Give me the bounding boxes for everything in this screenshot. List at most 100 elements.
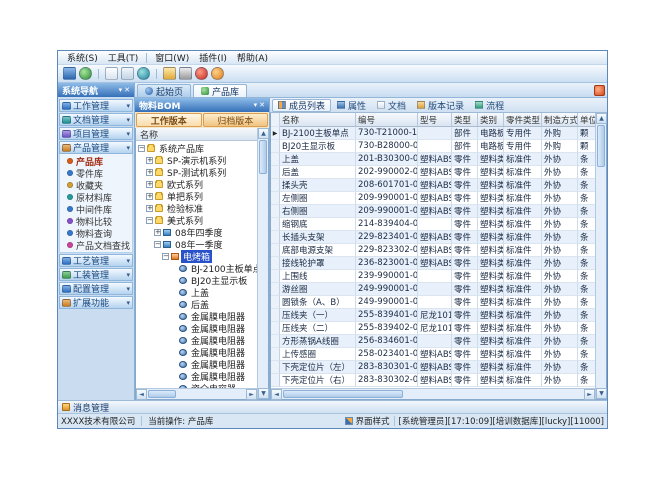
tree-item[interactable]: +BJ-2100主板单点 <box>136 262 257 274</box>
nav-group-工艺管理[interactable]: 工艺管理▾ <box>59 254 133 267</box>
expand-toggle-icon[interactable]: + <box>154 229 161 236</box>
menu-item[interactable]: 系统(S) <box>62 51 103 64</box>
version-tab[interactable]: 工作版本 <box>136 113 202 127</box>
table-row[interactable]: 上盖201-B30300-00X塑料ABS零件塑料类标准件外协条 <box>271 153 595 166</box>
nav-group-项目管理[interactable]: 项目管理▾ <box>59 127 133 140</box>
nav-item[interactable]: 产品库 <box>60 155 132 167</box>
table-row[interactable]: 方形蒸锅A线圈256-834601-00X零件塑料类标准件外协条 <box>271 335 595 348</box>
table-row[interactable]: 后盖202-990002-01X塑料ABS零件塑料类标准件外协条 <box>271 166 595 179</box>
menu-item[interactable]: 窗口(W) <box>150 51 194 64</box>
document-icon[interactable] <box>105 67 118 80</box>
table-row[interactable]: 接线轮护罩236-823001-00X塑料ABS零件塑料类标准件外协条 <box>271 257 595 270</box>
expand-toggle-icon[interactable]: + <box>146 181 153 188</box>
tree-item[interactable]: +金属膜电阻器 <box>136 346 257 358</box>
tree-item[interactable]: +金属膜电阻器 <box>136 310 257 322</box>
column-header[interactable]: 类型 <box>452 113 478 127</box>
document-tab[interactable]: 起始页 <box>137 84 191 97</box>
table-row[interactable]: 缩钢底214-839404-01X零件塑料类标准件外协条 <box>271 218 595 231</box>
tree-item[interactable]: +金属膜电阻器 <box>136 334 257 346</box>
ui-style-button[interactable]: 界面样式 <box>345 415 390 427</box>
tree-item[interactable]: −美式系列 <box>136 214 257 226</box>
home-icon[interactable] <box>63 67 76 80</box>
content-tab[interactable]: 属性 <box>332 99 371 112</box>
back-icon[interactable] <box>79 67 92 80</box>
tree-item[interactable]: +08年四季度 <box>136 226 257 238</box>
column-header[interactable]: 制造方式 <box>542 113 578 127</box>
tree-item[interactable]: +单把系列 <box>136 190 257 202</box>
table-row[interactable]: 左侧圈209-990001-00X塑料ABS零件塑料类标准件外协条 <box>271 192 595 205</box>
table-row[interactable]: 下壳定位片（右）283-830302-00X塑料ABS零件塑料类标准件外协条 <box>271 374 595 387</box>
tree-column-header[interactable]: 名称 <box>136 128 257 141</box>
scroll-up-icon[interactable]: ▲ <box>258 128 269 139</box>
tree-item[interactable]: +后盖 <box>136 298 257 310</box>
column-header[interactable]: 编号 <box>356 113 418 127</box>
tree-item[interactable]: +金属膜电阻器 <box>136 322 257 334</box>
expand-toggle-icon[interactable]: + <box>146 205 153 212</box>
table-row[interactable]: 上传感圈258-023401-00X塑料ABS零件塑料类标准件外协条 <box>271 348 595 361</box>
table-row[interactable]: 上围线239-990001-01X零件塑料类标准件外协条 <box>271 270 595 283</box>
expand-toggle-icon[interactable]: − <box>138 145 145 152</box>
column-header[interactable]: 型号 <box>418 113 452 127</box>
column-header[interactable]: 单位 <box>578 113 595 127</box>
scroll-down-icon[interactable]: ▼ <box>258 388 269 399</box>
tree-item[interactable]: +SP-测试机系列 <box>136 166 257 178</box>
help-icon[interactable] <box>211 67 224 80</box>
menu-item[interactable]: 工具(T) <box>103 51 144 64</box>
table-row[interactable]: 底部电源支架229-823302-00X塑料ABS零件塑料类标准件外协条 <box>271 244 595 257</box>
expand-toggle-icon[interactable]: + <box>146 157 153 164</box>
nav-item[interactable]: 零件库 <box>60 167 132 179</box>
tree-item[interactable]: +上盖 <box>136 286 257 298</box>
nav-group-文档管理[interactable]: 文档管理▾ <box>59 113 133 126</box>
expand-toggle-icon[interactable]: − <box>146 217 153 224</box>
scroll-left-icon[interactable]: ◄ <box>271 389 282 400</box>
table-row[interactable]: 右侧圈209-990001-01X塑料ABS零件塑料类标准件外协条 <box>271 205 595 218</box>
table-row[interactable]: ▶BJ-2100主板单点730-T21000-12X部件电路板专用件外购颗 <box>271 127 595 140</box>
nav-item[interactable]: 中间件库 <box>60 203 132 215</box>
folder-icon[interactable] <box>163 67 176 80</box>
table-row[interactable]: 圆锁条（A、B）249-990001-01X零件塑料类标准件外协条 <box>271 296 595 309</box>
expand-toggle-icon[interactable]: − <box>154 241 161 248</box>
scroll-down-icon[interactable]: ▼ <box>596 388 607 399</box>
expand-toggle-icon[interactable]: − <box>162 253 169 260</box>
tree-item[interactable]: +检验标准 <box>136 202 257 214</box>
settings-icon[interactable] <box>179 67 192 80</box>
nav-group-工作管理[interactable]: 工作管理▾ <box>59 99 133 112</box>
scroll-right-icon[interactable]: ► <box>584 389 595 400</box>
tree-item[interactable]: +金属膜电阻器 <box>136 370 257 382</box>
scroll-thumb[interactable] <box>148 390 176 398</box>
nav-pin-icon[interactable]: ▾ <box>119 86 123 94</box>
version-tab[interactable]: 归档版本 <box>203 113 269 127</box>
nav-item[interactable]: 物料查询 <box>60 227 132 239</box>
tree-item[interactable]: −电烤箱 <box>136 250 257 262</box>
nav-item[interactable]: 物料比较 <box>60 215 132 227</box>
content-tab[interactable]: 文档 <box>372 99 411 112</box>
stop-icon[interactable] <box>195 67 208 80</box>
table-row[interactable]: 揉头壳208-601701-01X塑料ABS零件塑料类标准件外协条 <box>271 179 595 192</box>
nav-group-工装管理[interactable]: 工装管理▾ <box>59 268 133 281</box>
expand-toggle-icon[interactable]: + <box>146 193 153 200</box>
nav-item[interactable]: 收藏夹 <box>60 179 132 191</box>
menu-item[interactable]: 帮助(A) <box>232 51 273 64</box>
nav-item[interactable]: 产品文档查找 <box>60 239 132 251</box>
document-tab[interactable]: 产品库 <box>193 84 247 97</box>
scroll-thumb[interactable] <box>597 125 605 167</box>
table-row[interactable]: 压线夹（一）255-839401-00X尼龙1010零件塑料类标准件外协条 <box>271 309 595 322</box>
copy-icon[interactable] <box>121 67 134 80</box>
scroll-right-icon[interactable]: ► <box>246 389 257 400</box>
scroll-up-icon[interactable]: ▲ <box>596 113 607 124</box>
tree-item[interactable]: +欧式系列 <box>136 178 257 190</box>
menu-item[interactable]: 插件(I) <box>194 51 232 64</box>
table-row[interactable]: BJ20主显示板730-B28000-04X部件电路板专用件外购颗 <box>271 140 595 153</box>
close-tab-icon[interactable] <box>594 85 605 96</box>
nav-group-配置管理[interactable]: 配置管理▾ <box>59 282 133 295</box>
bom-pin-icon[interactable]: ▾ <box>254 101 258 109</box>
column-header[interactable]: 名称 <box>280 113 356 127</box>
bom-close-icon[interactable]: ✕ <box>259 101 265 109</box>
table-row[interactable]: 压线夹（二）255-839402-00X尼龙1010零件塑料类标准件外协条 <box>271 322 595 335</box>
tree-item[interactable]: −08年一季度 <box>136 238 257 250</box>
content-tab[interactable]: 流程 <box>470 99 509 112</box>
nav-item[interactable]: 原材料库 <box>60 191 132 203</box>
content-tab[interactable]: 成员列表 <box>272 99 331 112</box>
tree-item[interactable]: +金属膜电阻器 <box>136 358 257 370</box>
nav-close-icon[interactable]: ✕ <box>124 86 130 94</box>
